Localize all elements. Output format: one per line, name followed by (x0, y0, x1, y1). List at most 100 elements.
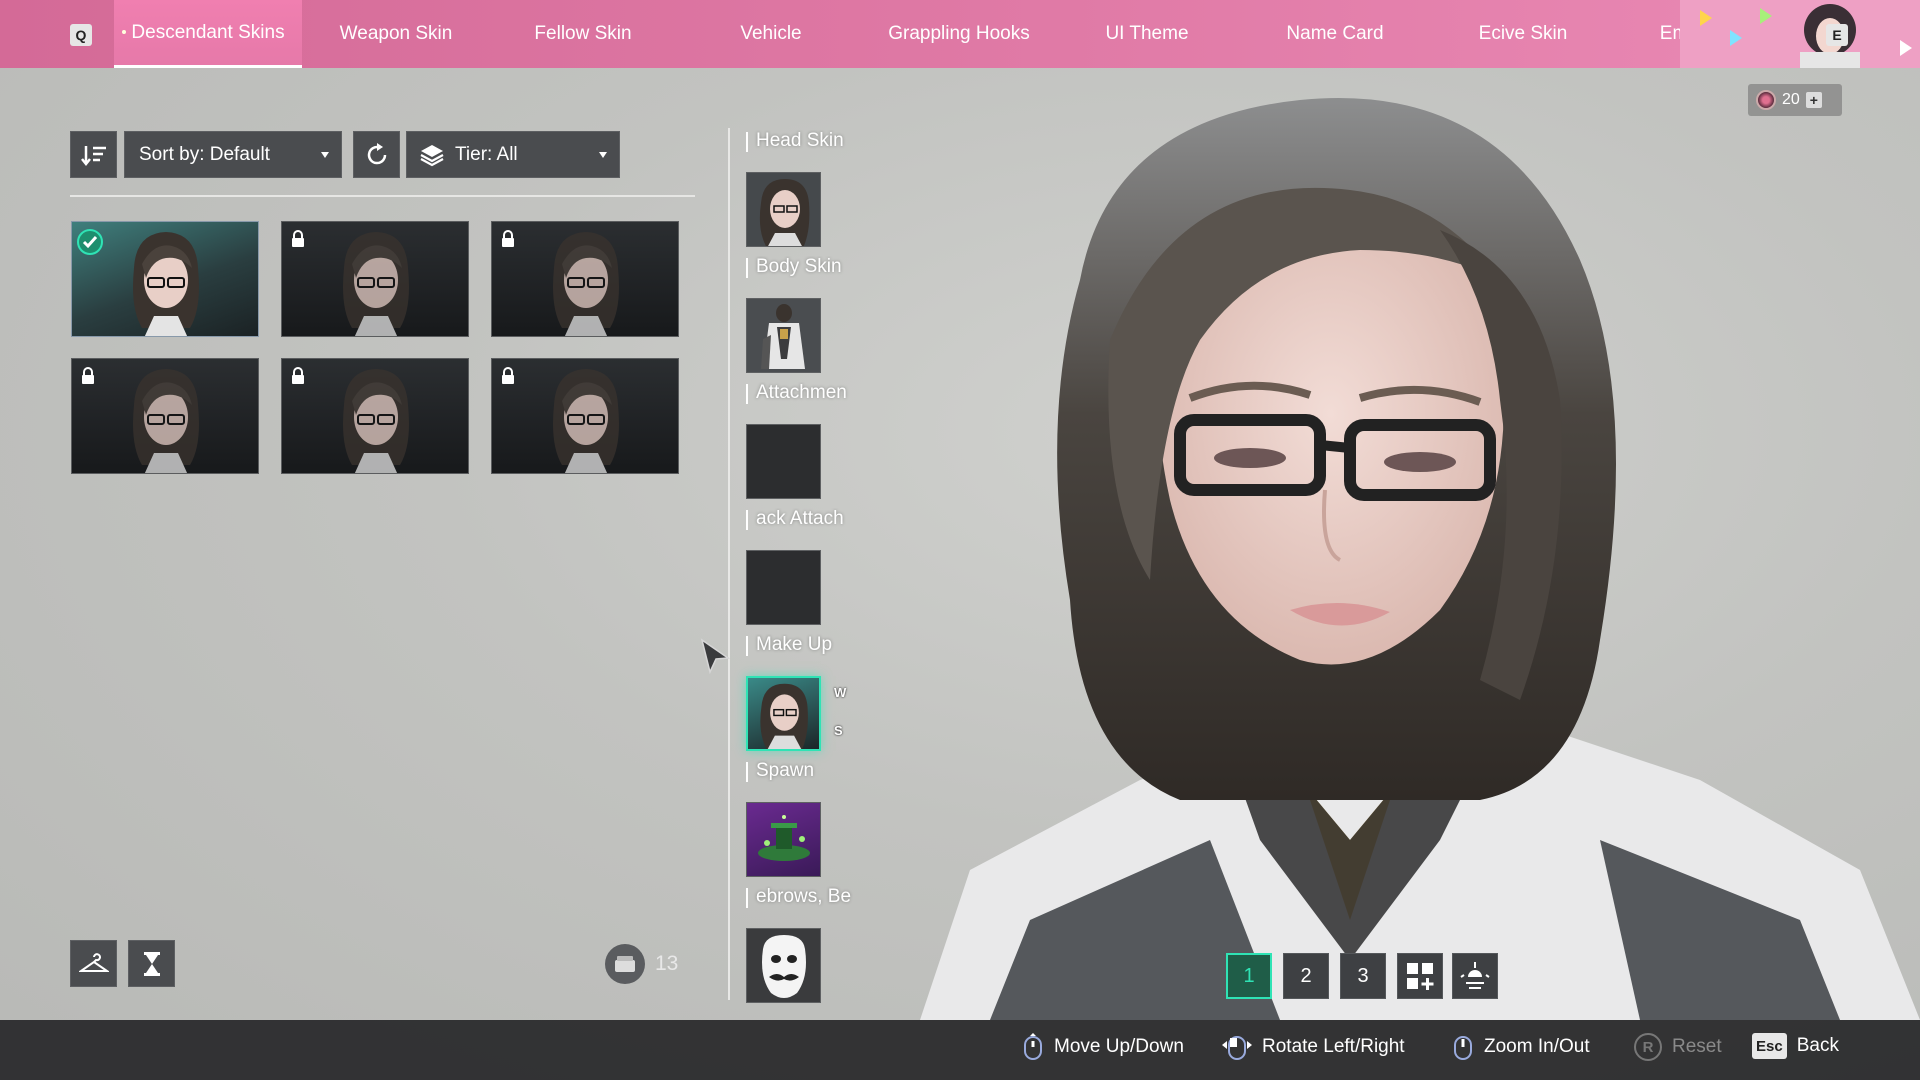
tab-grappling-hooks[interactable]: Grappling Hooks (865, 0, 1053, 68)
slot-spawn-button[interactable] (746, 802, 821, 877)
character-preview[interactable] (880, 80, 1920, 1020)
makeup-thumbnail (760, 683, 808, 749)
lighting-button[interactable] (1452, 953, 1498, 999)
lock-icon (502, 367, 514, 384)
sort-order-button[interactable] (70, 131, 117, 178)
grid-plus-icon (1407, 963, 1434, 990)
head-skin-thumbnail (747, 173, 820, 246)
hint-rotate-label: Rotate Left/Right (1262, 1036, 1405, 1057)
skin-card[interactable] (491, 221, 679, 337)
currency-amount: 20 (1782, 91, 1800, 108)
chevron-down-icon (321, 152, 329, 158)
skin-card[interactable] (71, 221, 259, 337)
tab-vehicle[interactable]: Vehicle (677, 0, 865, 68)
skin-card[interactable] (281, 221, 469, 337)
currency-display[interactable]: 20 + (1748, 84, 1842, 116)
tier-dropdown-label: Tier: All (455, 143, 518, 165)
refresh-icon (367, 142, 386, 164)
lock-icon (502, 230, 514, 247)
slot-back-attachment-label: ack Attach (746, 508, 858, 530)
slot-body-skin-button[interactable] (746, 298, 821, 373)
slot-attachment-label: Attachmen (746, 382, 858, 404)
skin-card[interactable] (71, 358, 259, 474)
sort-dropdown[interactable]: Sort by: Default (124, 131, 342, 178)
hint-rotate: Rotate Left/Right (1222, 1033, 1405, 1061)
hint-reset[interactable]: R Reset (1634, 1033, 1722, 1061)
layers-icon (420, 144, 444, 166)
skin-portrait-image (133, 232, 199, 336)
sort-icon (80, 145, 106, 166)
chevron-down-icon (599, 152, 607, 158)
hourglass-icon (143, 951, 160, 976)
lock-icon (292, 367, 304, 384)
next-tab-key-hint[interactable]: E (1826, 24, 1848, 46)
mouse-left-drag-icon (1222, 1036, 1252, 1060)
slot-label-text: Attachmen (756, 382, 847, 403)
hint-back[interactable]: Esc Back (1752, 1033, 1839, 1059)
tab-ui-theme[interactable]: UI Theme (1053, 0, 1241, 68)
reset-filter-button[interactable] (353, 131, 400, 178)
filter-divider (70, 195, 695, 197)
equipped-check-icon (77, 229, 103, 255)
slot-label-text: ack Attach (756, 508, 844, 529)
slot-label-text: Body Skin (756, 256, 842, 277)
lock-icon (292, 230, 304, 247)
slot-make-up-label: Make Up (746, 634, 858, 656)
tab-fellow-skin[interactable]: Fellow Skin (489, 0, 677, 68)
mouse-scroll-icon (1454, 1036, 1472, 1060)
preset-2-button[interactable]: 2 (1283, 953, 1329, 999)
timed-items-button[interactable] (128, 940, 175, 987)
tab-name-card[interactable]: Name Card (1241, 0, 1429, 68)
hint-zoom-label: Zoom In/Out (1484, 1036, 1590, 1057)
hint-move: Move Up/Down (1022, 1033, 1184, 1061)
body-skin-thumbnail (747, 299, 820, 372)
tab-descendant-skins[interactable]: Descendant Skins (114, 0, 302, 68)
mouse-wheel-icon (1024, 1033, 1042, 1060)
hint-back-label: Back (1796, 1035, 1839, 1056)
slot-label-text: Head Skin (756, 130, 844, 151)
slot-spawn-label: Spawn (746, 760, 858, 782)
lamp-icon (1460, 962, 1490, 989)
wardrobe-button[interactable] (70, 940, 117, 987)
hint-zoom: Zoom In/Out (1452, 1033, 1590, 1061)
coin-icon (1756, 90, 1776, 110)
reset-key: R (1634, 1033, 1662, 1061)
add-preset-button[interactable] (1397, 953, 1443, 999)
slot-body-skin-label: Body Skin (746, 256, 858, 278)
hanger-icon (78, 952, 109, 972)
storage-count: 13 (655, 952, 679, 975)
skin-portrait-image (553, 369, 619, 473)
storage-counter[interactable]: 13 (605, 944, 678, 984)
slot-head-skin-button[interactable] (746, 172, 821, 247)
slot-attachment-button[interactable] (746, 424, 821, 499)
control-hints-bar (0, 1020, 1920, 1080)
makeup-up-key: W (834, 685, 847, 700)
tab-weapon-skin[interactable]: Weapon Skin (302, 0, 490, 68)
skin-card[interactable] (491, 358, 679, 474)
lock-icon (82, 367, 94, 384)
eyebrows-beard-thumbnail (747, 929, 820, 1002)
slot-make-up-button[interactable] (746, 676, 821, 751)
esc-key: Esc (1752, 1033, 1787, 1059)
event-banner-decoration (1680, 0, 1920, 68)
tier-dropdown[interactable]: Tier: All (406, 131, 620, 178)
slot-eyebrows-beard-label: ebrows, Be (746, 886, 858, 908)
makeup-down-key: S (834, 723, 843, 738)
slot-list-rail (728, 128, 730, 1000)
hint-move-label: Move Up/Down (1054, 1036, 1184, 1057)
slot-back-attachment-button[interactable] (746, 550, 821, 625)
skin-card[interactable] (281, 358, 469, 474)
preset-3-button[interactable]: 3 (1340, 953, 1386, 999)
mouse-cursor-icon (700, 638, 730, 674)
skin-portrait-image (343, 232, 409, 336)
spawn-thumbnail (758, 815, 810, 861)
hint-reset-label: Reset (1672, 1036, 1722, 1057)
prev-tab-key-hint[interactable]: Q (70, 24, 92, 46)
slot-eyebrows-beard-button[interactable] (746, 928, 821, 1003)
sort-dropdown-label: Sort by: Default (139, 143, 270, 165)
tab-ecive-skin[interactable]: Ecive Skin (1429, 0, 1617, 68)
add-currency-icon[interactable]: + (1805, 92, 1822, 108)
slot-label-text: ebrows, Be (756, 886, 852, 907)
preset-1-button[interactable]: 1 (1226, 953, 1272, 999)
slot-label-text: Make Up (756, 634, 833, 655)
